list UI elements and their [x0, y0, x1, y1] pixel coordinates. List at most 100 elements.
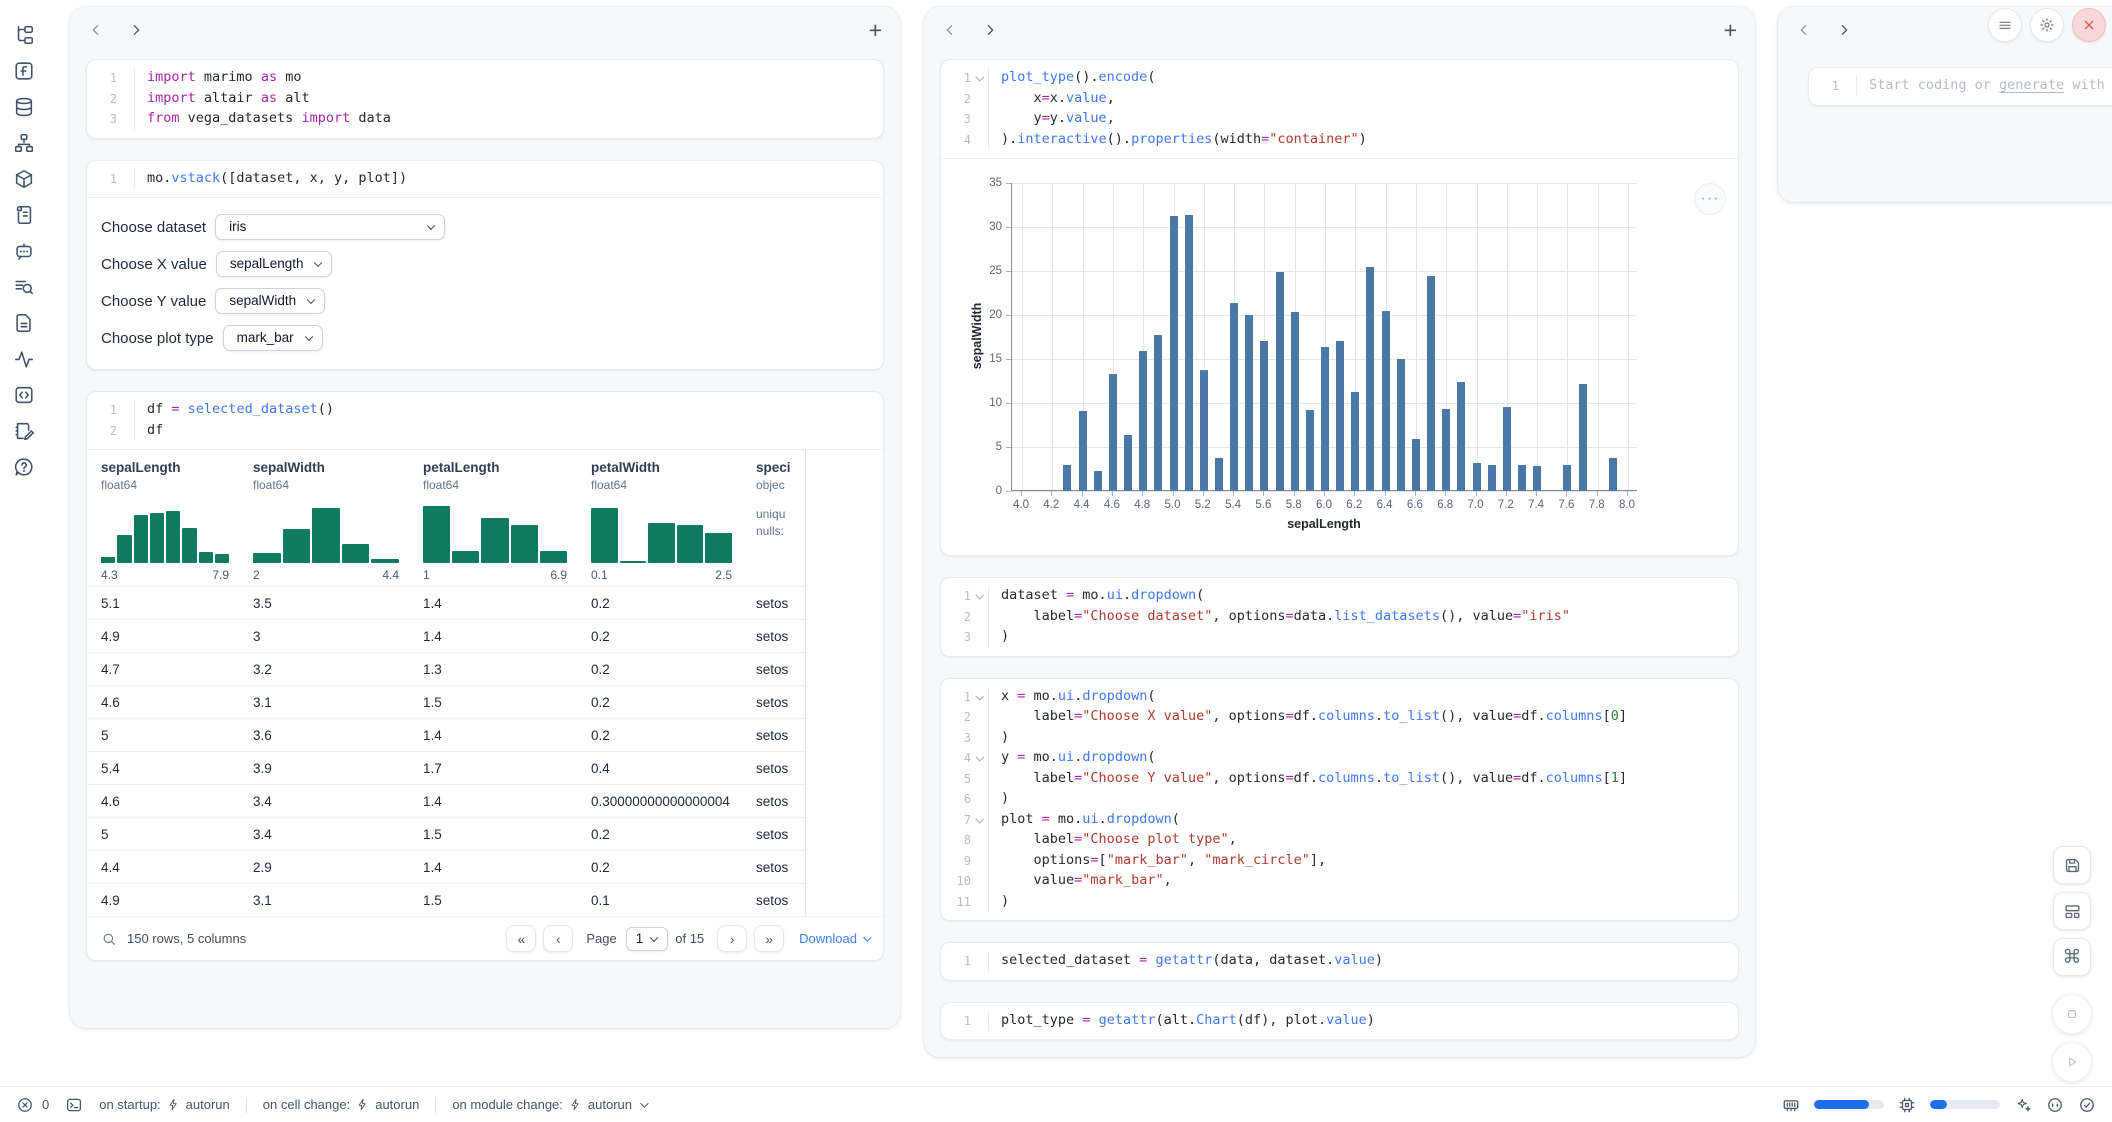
table-row[interactable]: 53.61.40.2setos [87, 718, 805, 751]
dropdown-select[interactable]: iris [215, 214, 445, 240]
settings-button[interactable] [2030, 8, 2064, 42]
code-line[interactable]: 3 y=y.value, [941, 109, 1738, 130]
notebook-edit-icon[interactable] [13, 420, 35, 442]
prev-page-button[interactable]: ‹ [543, 925, 573, 952]
cell-dataset-dropdown[interactable]: 1dataset = mo.ui.dropdown(2 label="Choos… [940, 577, 1739, 657]
cell-dataframe[interactable]: 1df = selected_dataset()2df sepalLengthf… [86, 391, 884, 961]
column-histogram[interactable] [591, 501, 732, 563]
cell-imports[interactable]: 1import marimo as mo2import altair as al… [86, 59, 884, 139]
cell-plot[interactable]: 1plot_type().encode(2 x=x.value,3 y=y.va… [940, 59, 1739, 556]
code-line[interactable]: 9 options=["mark_bar", "mark_circle"], [941, 851, 1738, 872]
column-header[interactable]: petalLengthfloat6416.9 [409, 460, 577, 586]
code-line[interactable]: 1dataset = mo.ui.dropdown( [941, 586, 1738, 607]
code-line[interactable]: 2 label="Choose dataset", options=data.l… [941, 607, 1738, 628]
code-line[interactable]: 10 value="mark_bar", [941, 871, 1738, 892]
scroll-icon[interactable] [13, 204, 35, 226]
terminal-icon[interactable] [65, 1096, 83, 1114]
column-header[interactable]: sepalWidthfloat6424.4 [239, 460, 409, 586]
document-icon[interactable] [13, 312, 35, 334]
altair-bar-chart[interactable]: 4.04.24.44.64.85.05.25.45.65.86.06.26.46… [963, 173, 1663, 545]
table-row[interactable]: 53.41.50.2setos [87, 817, 805, 850]
command-palette-button[interactable]: ⌘ [2053, 938, 2091, 976]
log-search-icon[interactable] [13, 276, 35, 298]
chart-plot-area[interactable] [1011, 183, 1637, 491]
fold-chevron-icon[interactable] [971, 68, 987, 89]
table-row[interactable]: 4.63.11.50.2setos [87, 685, 805, 718]
column-histogram[interactable] [101, 501, 229, 563]
dependency-graph-icon[interactable] [13, 132, 35, 154]
package-icon[interactable] [13, 168, 35, 190]
code-box-icon[interactable] [13, 384, 35, 406]
code-line[interactable]: 1plot_type = getattr(alt.Chart(df), plot… [941, 1011, 1738, 1032]
download-button[interactable]: Download [799, 931, 869, 946]
code-editor[interactable]: 1mo.vstack([dataset, x, y, plot]) [87, 161, 883, 198]
code-line[interactable]: 2df [87, 421, 883, 442]
code-line[interactable]: 3) [941, 728, 1738, 749]
column-header[interactable]: sepalLengthfloat644.37.9 [87, 460, 239, 586]
code-line[interactable]: 1x = mo.ui.dropdown( [941, 687, 1738, 708]
table-row[interactable]: 5.43.91.70.4setos [87, 751, 805, 784]
code-editor[interactable]: 1plot_type = getattr(alt.Chart(df), plot… [941, 1003, 1738, 1040]
code-editor[interactable]: 1dataset = mo.ui.dropdown(2 label="Choos… [941, 578, 1738, 656]
dropdown-select[interactable]: sepalLength [216, 251, 333, 277]
run-button[interactable] [2052, 1042, 2092, 1082]
generate-link[interactable]: generate [1999, 77, 2064, 93]
editor-placeholder[interactable]: Start coding or generate with [1857, 76, 2105, 97]
search-icon[interactable] [101, 931, 117, 947]
autorun-setting[interactable]: on module change:autorun [452, 1097, 646, 1112]
column-move-left-icon[interactable] [88, 22, 104, 38]
table-row[interactable]: 5.13.51.40.2setos [87, 586, 805, 619]
code-line[interactable]: 2 label="Choose X value", options=df.col… [941, 707, 1738, 728]
code-line[interactable]: 8 label="Choose plot type", [941, 830, 1738, 851]
first-page-button[interactable]: « [506, 925, 536, 952]
autorun-setting[interactable]: on cell change:autorun [263, 1097, 420, 1112]
table-row[interactable]: 4.63.41.40.30000000000000004setos [87, 784, 805, 817]
cell-selected-dataset[interactable]: 1selected_dataset = getattr(data, datase… [940, 942, 1739, 981]
code-line[interactable]: 3from vega_datasets import data [87, 109, 883, 130]
chart-menu-button[interactable]: ··· [1694, 183, 1726, 215]
code-editor[interactable]: 1df = selected_dataset()2df [87, 392, 883, 449]
column-histogram[interactable] [253, 501, 399, 563]
column-header[interactable]: speciobjecuniqunulls: [742, 460, 806, 586]
cell-vstack[interactable]: 1mo.vstack([dataset, x, y, plot]) Choose… [86, 160, 884, 371]
add-cell-button[interactable]: + [1724, 20, 1737, 40]
column-move-right-icon[interactable] [1836, 22, 1852, 38]
help-icon[interactable] [13, 456, 35, 478]
next-page-button[interactable]: › [717, 925, 747, 952]
dropdown-select[interactable]: sepalWidth [215, 288, 325, 314]
code-line[interactable]: 1mo.vstack([dataset, x, y, plot]) [87, 169, 883, 190]
layout-button[interactable] [2053, 892, 2091, 930]
error-count-icon[interactable] [16, 1096, 34, 1114]
add-cell-button[interactable]: + [869, 20, 882, 40]
code-line[interactable]: 4).interactive().properties(width="conta… [941, 130, 1738, 151]
file-tree-icon[interactable] [13, 24, 35, 46]
column-header[interactable]: petalWidthfloat640.12.5 [577, 460, 742, 586]
column-move-left-icon[interactable] [1796, 22, 1812, 38]
copilot-icon[interactable] [2046, 1096, 2064, 1114]
column-move-right-icon[interactable] [982, 22, 998, 38]
page-select[interactable]: 1 [626, 927, 669, 951]
menu-button[interactable] [1988, 8, 2022, 42]
code-line[interactable]: 11) [941, 892, 1738, 913]
code-editor[interactable]: 1x = mo.ui.dropdown(2 label="Choose X va… [941, 679, 1738, 921]
code-editor[interactable]: 1selected_dataset = getattr(data, datase… [941, 943, 1738, 980]
code-line[interactable]: 2 x=x.value, [941, 89, 1738, 110]
chat-bot-icon[interactable] [13, 240, 35, 262]
connection-status-icon[interactable] [2078, 1096, 2096, 1114]
fold-chevron-icon[interactable] [971, 687, 987, 708]
cell-xy-plot-dropdowns[interactable]: 1x = mo.ui.dropdown(2 label="Choose X va… [940, 678, 1739, 922]
fold-chevron-icon[interactable] [971, 748, 987, 769]
table-row[interactable]: 4.931.40.2setos [87, 619, 805, 652]
stop-button[interactable] [2052, 994, 2092, 1034]
code-line[interactable]: 1plot_type().encode( [941, 68, 1738, 89]
ai-sparkles-icon[interactable] [2014, 1096, 2032, 1114]
dropdown-select[interactable]: mark_bar [223, 325, 323, 351]
code-line[interactable]: 4y = mo.ui.dropdown( [941, 748, 1738, 769]
table-row[interactable]: 4.73.21.30.2setos [87, 652, 805, 685]
code-line[interactable]: 7plot = mo.ui.dropdown( [941, 810, 1738, 831]
close-button[interactable] [2072, 8, 2106, 42]
code-editor[interactable]: 1import marimo as mo2import altair as al… [87, 60, 883, 138]
code-line[interactable]: 1selected_dataset = getattr(data, datase… [941, 951, 1738, 972]
function-icon[interactable] [13, 60, 35, 82]
cell-plot-type[interactable]: 1plot_type = getattr(alt.Chart(df), plot… [940, 1002, 1739, 1041]
